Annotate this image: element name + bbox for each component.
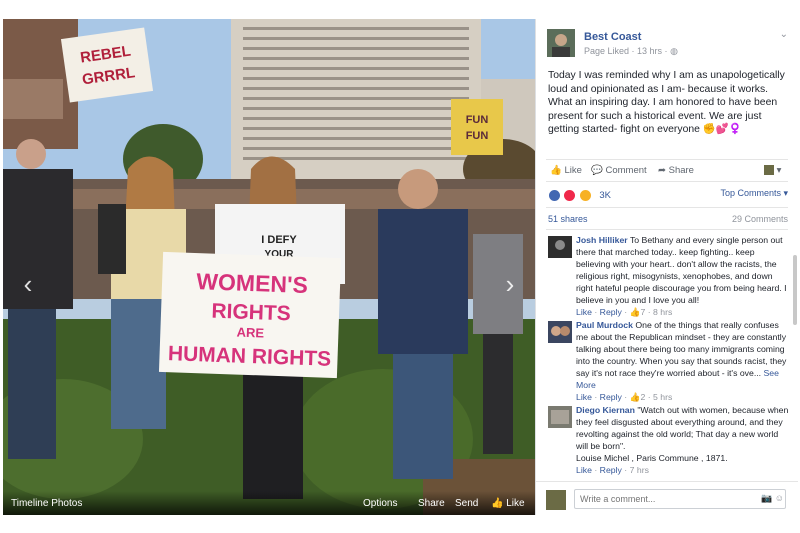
like-photo-label: Like xyxy=(506,498,525,509)
options-button[interactable]: Options xyxy=(363,498,397,509)
speech-bubble-icon: 💬 xyxy=(591,165,603,176)
comment-composer: 📷 ☺ xyxy=(536,481,798,516)
comment-input[interactable] xyxy=(574,489,786,509)
comment-count[interactable]: 29 Comments xyxy=(732,214,788,224)
comment-label: Comment xyxy=(605,165,647,176)
comment-meta: Like · Reply · 7 hrs xyxy=(576,465,649,475)
comment-reply-link[interactable]: Reply xyxy=(600,392,622,402)
thumbs-up-icon: 👍 xyxy=(550,165,562,176)
avatar-image xyxy=(548,406,572,428)
reaction-count: 3K xyxy=(599,190,611,202)
divider xyxy=(546,159,788,160)
photo-viewer[interactable]: REBEL GRRRL FUN FUN I DEFY YOUR WOMEN'S … xyxy=(3,19,535,515)
comment-reaction-count[interactable]: 2 xyxy=(640,392,645,402)
comment-author[interactable]: Diego Kiernan xyxy=(576,405,635,415)
comment-author[interactable]: Paul Murdock xyxy=(576,320,633,330)
photo-bottom-bar: Timeline Photos Options Share Send 👍 Lik… xyxy=(3,491,535,515)
chevron-down-icon[interactable]: ⌄ xyxy=(780,29,788,40)
page-avatar-image xyxy=(547,29,575,57)
comment-author[interactable]: Josh Hilliker xyxy=(576,235,628,245)
reaction-summary[interactable]: 3K xyxy=(548,187,611,203)
divider xyxy=(546,181,788,182)
avatar[interactable] xyxy=(548,321,572,343)
avatar-image xyxy=(548,236,572,258)
comment-time[interactable]: 7 hrs xyxy=(630,465,649,475)
comment-like-link[interactable]: Like xyxy=(576,465,592,475)
like-label: Like xyxy=(564,165,582,176)
share-button[interactable]: ➦ Share xyxy=(658,165,694,176)
avatar-image xyxy=(548,321,572,343)
svg-text:ARE: ARE xyxy=(236,325,264,341)
svg-text:WOMEN'S: WOMEN'S xyxy=(196,268,308,298)
comment-text-line: Louise Michel , Paris Commune , 1871. xyxy=(576,453,728,463)
svg-text:FUN: FUN xyxy=(466,114,489,126)
share-photo-button[interactable]: Share xyxy=(418,498,445,509)
comment-like-link[interactable]: Like xyxy=(576,307,592,317)
comment-text: To Bethany and every single person out t… xyxy=(576,235,787,305)
page-name-link[interactable]: Best Coast xyxy=(584,31,641,43)
comment-like-link[interactable]: Like xyxy=(576,392,592,402)
avatar[interactable] xyxy=(548,406,572,428)
comment-body: Josh Hilliker To Bethany and every singl… xyxy=(576,234,790,318)
avatar xyxy=(764,165,774,176)
comment-reply-link[interactable]: Reply xyxy=(600,307,622,317)
comment-meta: Like · Reply · 👍7 · 8 hrs xyxy=(576,307,673,317)
protest-photo: REBEL GRRRL FUN FUN I DEFY YOUR WOMEN'S … xyxy=(3,19,535,515)
album-link[interactable]: Timeline Photos xyxy=(11,498,82,509)
svg-text:I DEFY: I DEFY xyxy=(261,234,297,246)
send-button[interactable]: Send xyxy=(455,498,478,509)
emoji-icon[interactable]: ☺ xyxy=(775,493,784,503)
comments-scrollbar[interactable] xyxy=(793,255,797,325)
comment-body: Diego Kiernan "Watch out with women, bec… xyxy=(576,404,790,476)
page-avatar[interactable] xyxy=(547,29,575,57)
comment-body: Paul Murdock One of the things that real… xyxy=(576,319,790,403)
post-body: Today I was reminded why I am as unapolo… xyxy=(548,70,785,135)
shares-link[interactable]: 51 shares xyxy=(548,214,588,224)
globe-icon: ◍ xyxy=(670,46,678,56)
comment-button[interactable]: 💬 Comment xyxy=(591,165,647,176)
like-photo-button[interactable]: 👍 Like xyxy=(491,498,525,509)
like-reaction-icon: 👍 xyxy=(629,307,641,317)
comment-time[interactable]: 5 hrs xyxy=(653,392,672,402)
camera-icon[interactable]: 📷 xyxy=(761,493,772,503)
comment-meta: Like · Reply · 👍2 · 5 hrs xyxy=(576,392,673,402)
top-comments-dropdown[interactable]: Top Comments ▾ xyxy=(720,188,788,199)
post-meta-text: Page Liked · 13 hrs · xyxy=(584,46,668,56)
share-arrow-icon: ➦ xyxy=(658,165,666,176)
thumbs-up-icon: 👍 xyxy=(491,498,504,509)
haha-reaction-icon xyxy=(578,189,592,203)
svg-text:FUN: FUN xyxy=(466,130,489,142)
post-sidebar: Best Coast Page Liked · 13 hrs · ◍ ⌄ Tod… xyxy=(535,19,798,515)
like-reaction-icon xyxy=(548,189,561,203)
comment-time[interactable]: 8 hrs xyxy=(653,307,672,317)
post-meta: Page Liked · 13 hrs · ◍ xyxy=(584,46,678,57)
comment-reply-link[interactable]: Reply xyxy=(600,465,622,475)
previous-photo-arrow[interactable]: ‹ xyxy=(17,269,39,299)
share-label: Share xyxy=(668,165,694,176)
divider xyxy=(546,207,788,208)
avatar xyxy=(546,490,566,510)
reaction-identity-selector[interactable]: ▾ xyxy=(764,165,781,176)
avatar[interactable] xyxy=(548,236,572,258)
comment-reaction-count[interactable]: 7 xyxy=(640,307,645,317)
like-reaction-icon: 👍 xyxy=(629,392,641,402)
next-photo-arrow[interactable]: › xyxy=(499,269,521,299)
composer-icons: 📷 ☺ xyxy=(761,493,784,504)
love-reaction-icon xyxy=(563,189,577,203)
like-button[interactable]: 👍 Like xyxy=(550,165,582,176)
divider xyxy=(546,229,788,230)
svg-text:RIGHTS: RIGHTS xyxy=(211,300,291,326)
